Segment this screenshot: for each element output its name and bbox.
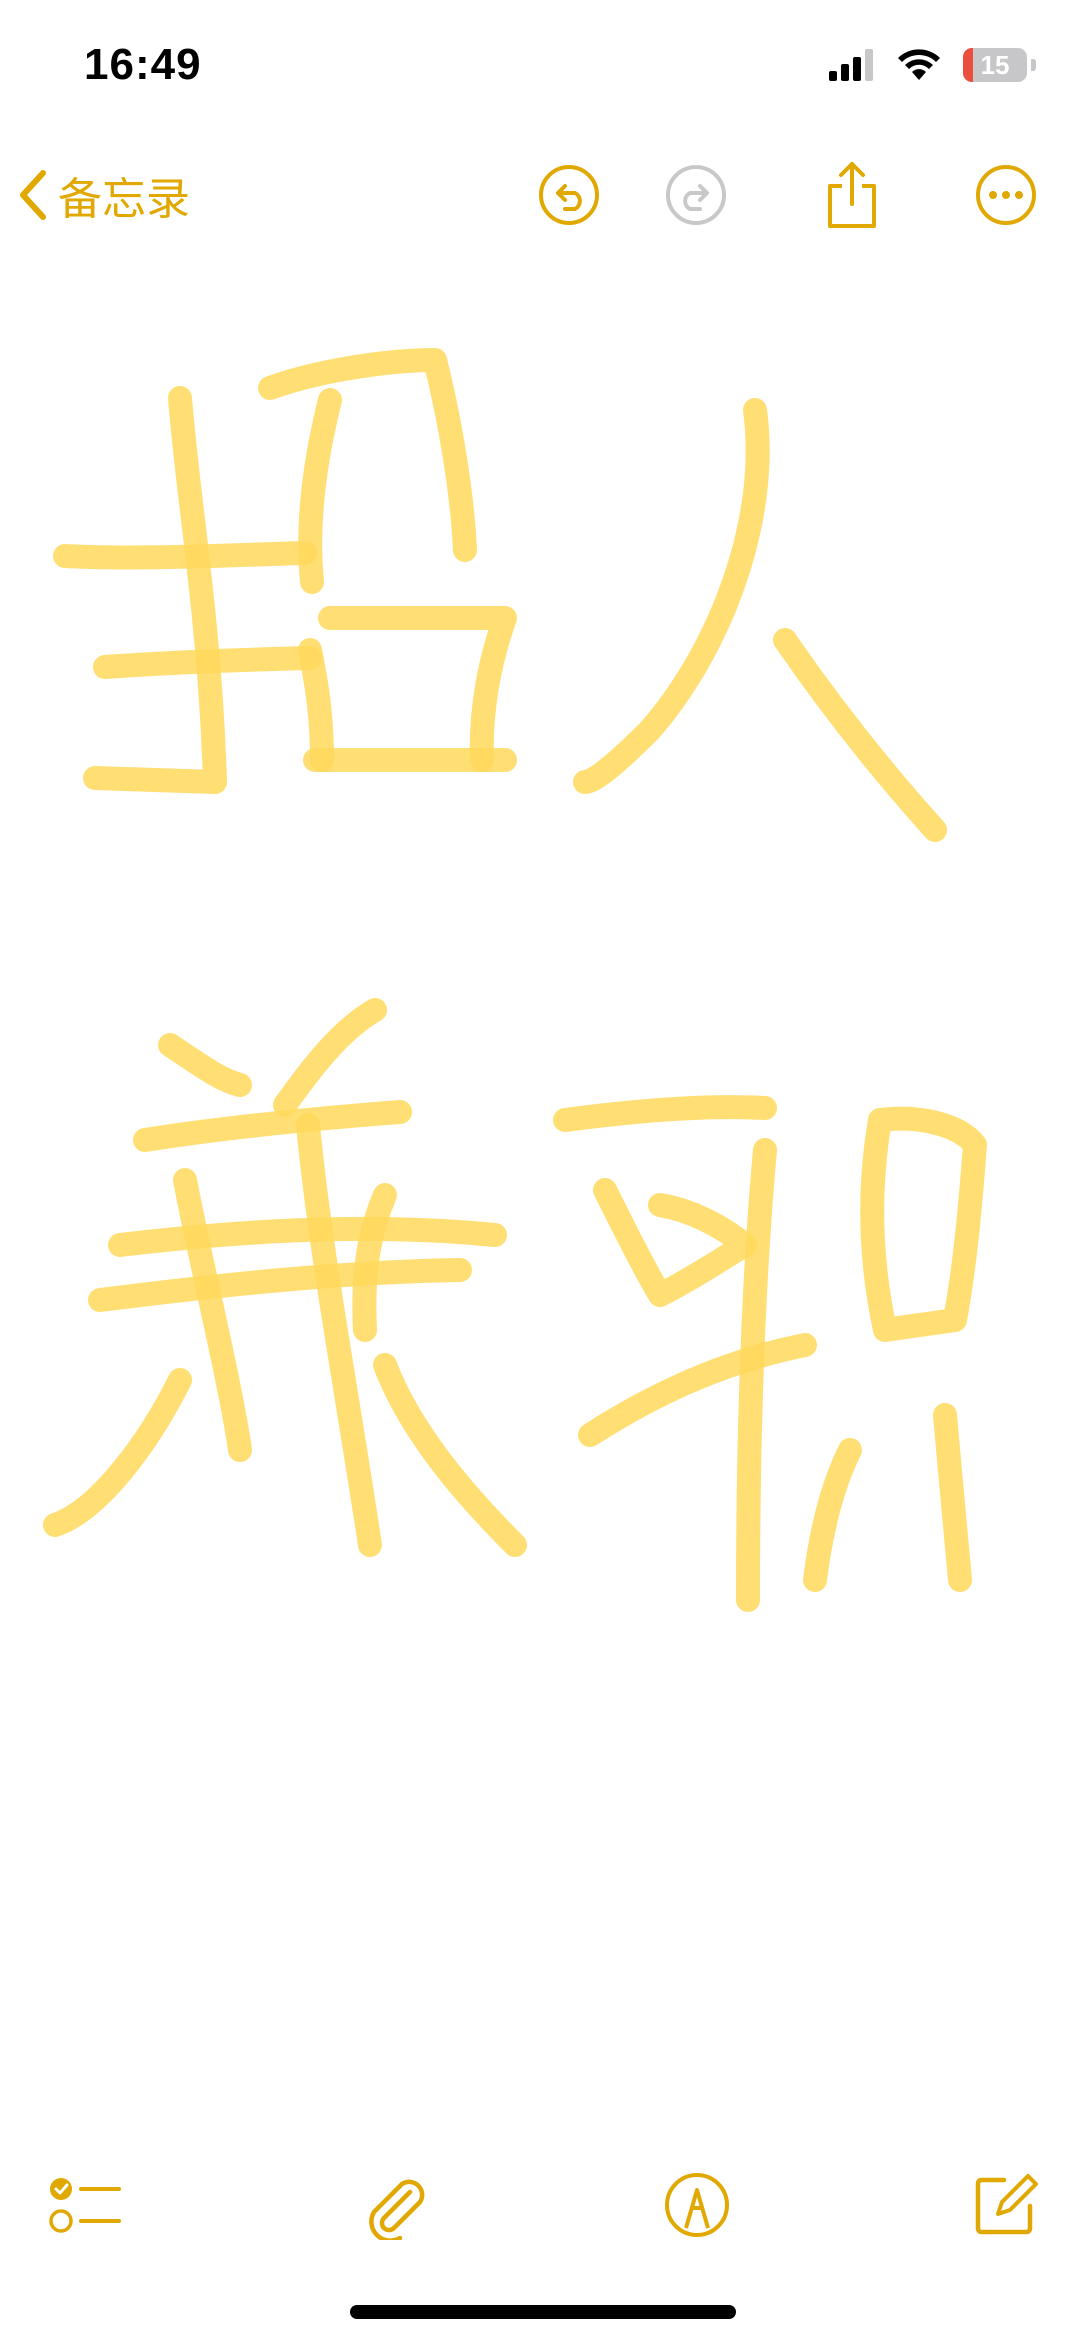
back-label: 备忘录 xyxy=(58,174,190,225)
checklist-icon xyxy=(49,2178,121,2233)
status-bar: 16:49 15 xyxy=(0,0,1080,140)
paperclip-icon xyxy=(369,2179,425,2240)
handwriting-stroke-group-zhao xyxy=(53,348,517,794)
checklist-button[interactable] xyxy=(40,2160,130,2250)
share-button[interactable] xyxy=(812,155,892,235)
markup-pen-icon xyxy=(665,2173,729,2237)
compose-button[interactable] xyxy=(960,2160,1050,2250)
back-button[interactable]: 备忘录 xyxy=(18,160,190,230)
battery-cap xyxy=(1031,59,1036,71)
redo-button[interactable] xyxy=(656,155,736,235)
undo-button[interactable] xyxy=(529,155,609,235)
ellipsis-icon xyxy=(976,165,1036,225)
nav-bar: 备忘录 xyxy=(0,140,1080,250)
compose-icon xyxy=(975,2174,1038,2235)
markup-button[interactable] xyxy=(652,2160,742,2250)
battery-icon: 15 xyxy=(963,48,1027,82)
handwriting-stroke-group-ren xyxy=(573,398,947,842)
undo-icon xyxy=(539,165,599,225)
chevron-left-icon xyxy=(20,170,46,220)
more-button[interactable] xyxy=(966,155,1046,235)
battery-level: 15 xyxy=(980,50,1010,80)
handwriting-stroke-group-jian xyxy=(43,998,527,1557)
status-indicators: 15 xyxy=(829,48,1036,82)
redo-icon xyxy=(666,165,726,225)
bottom-toolbar xyxy=(0,2150,1080,2260)
wifi-icon xyxy=(898,49,940,80)
share-icon xyxy=(828,162,876,228)
status-time: 16:49 xyxy=(84,40,202,89)
drawing-canvas[interactable] xyxy=(0,300,1080,1700)
attach-button[interactable] xyxy=(350,2160,440,2250)
home-indicator[interactable] xyxy=(350,2305,736,2319)
handwriting-stroke-group-zhi xyxy=(553,1095,987,1612)
cellular-signal-icon xyxy=(829,49,873,81)
